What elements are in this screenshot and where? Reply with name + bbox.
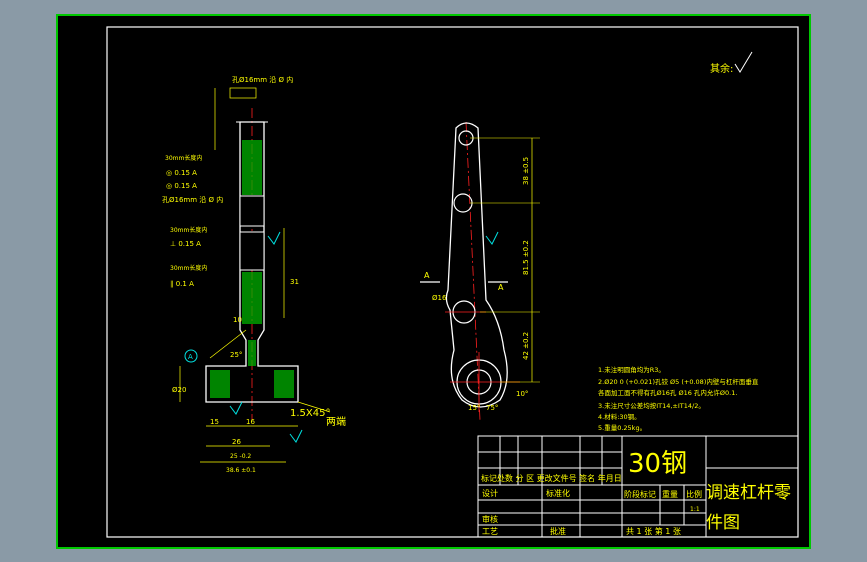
- side-label-25: 25 -0.2: [230, 453, 251, 460]
- tb-scale-label: 比例: [686, 489, 702, 499]
- side-hatch-foot-right: [274, 370, 294, 398]
- tb-sheet-count: 共 1 张 第 1 张: [626, 526, 681, 536]
- tb-weight: 重量: [662, 489, 678, 499]
- tb-scale-value: 1:1: [690, 506, 700, 513]
- tb-title-2: 件图: [706, 513, 740, 533]
- front-dim-top: 38 ±0.5: [522, 157, 530, 185]
- tb-standardization: 标准化: [546, 488, 570, 498]
- front-angle-a: 15°: [468, 404, 480, 412]
- side-label-20: Ø20: [172, 386, 186, 394]
- tech-note-1: 1.未注明圆角均为R3。: [598, 365, 665, 374]
- side-frame-a2: ◎ 0.15 A: [166, 182, 197, 190]
- tb-row-changes: 标记处数 分 区 更改文件号 签名 年月日: [481, 473, 622, 483]
- side-frame-b: ⊥ 0.15 A: [170, 240, 201, 248]
- side-hatch-top: [242, 140, 262, 195]
- front-section-a-right: A: [498, 283, 504, 292]
- side-label-16: 16: [246, 418, 255, 426]
- side-label-38: 38.6 ±0.1: [226, 467, 256, 474]
- front-angle-b: 75°: [486, 404, 498, 412]
- tb-process: 工艺: [482, 527, 498, 536]
- side-label-10: 10: [233, 316, 242, 324]
- side-label-31: 31: [290, 278, 299, 286]
- tb-approve: 批准: [550, 526, 566, 536]
- side-label-30: 30mm长度内: [165, 154, 202, 162]
- side-label-30c: 30mm长度内: [170, 264, 207, 272]
- side-hatch-base: [248, 340, 256, 366]
- side-frame-a: ◎ 0.15 A: [166, 169, 197, 177]
- tb-title-1: 调速杠杆零: [706, 483, 791, 503]
- side-hole-lower: [239, 231, 265, 271]
- side-label-both: 两端: [326, 415, 346, 428]
- side-label-30b: 30mm长度内: [170, 226, 207, 234]
- front-section-a-left: A: [424, 271, 430, 280]
- side-datum: A: [188, 353, 193, 361]
- tech-note-2: 2.Ø20 0 (+0.021)孔铰 Ø5 (+0.08)内壁与杠杆面垂直: [598, 377, 759, 386]
- front-angle-c: 10°: [516, 390, 528, 398]
- tech-note-3: 各面加工面不得有孔Ø16孔 Ø16 孔内允许Ø0.1.: [598, 388, 737, 397]
- tb-stage-marks: 阶段标记: [624, 489, 656, 499]
- front-label-phi: Ø16: [432, 294, 447, 302]
- side-label-angle: 25°: [230, 351, 242, 359]
- tech-note-6: 5.重量0.25kg。: [598, 424, 646, 432]
- side-hatch-mid: [242, 272, 262, 324]
- side-label-26: 26: [232, 438, 241, 446]
- side-frame-c: ∥ 0.1 A: [170, 280, 194, 288]
- tech-note-4: 3.未注尺寸公差均按IT14,±IT14/2。: [598, 401, 705, 410]
- front-dim-mid: 81.5 ±0.2: [522, 240, 530, 275]
- side-label-chamfer: 1.5X45°: [290, 408, 330, 419]
- tb-design: 设计: [482, 488, 498, 498]
- tech-note-5: 4.材料:30钢。: [598, 412, 641, 421]
- surface-note-text: 其余:: [710, 62, 733, 75]
- side-hole-note: 孔Ø16mm 沿 Ø 内: [162, 195, 223, 204]
- side-hatch-foot-left: [210, 370, 230, 398]
- side-label-15: 15: [210, 418, 219, 426]
- side-hole-upper: [239, 195, 265, 227]
- side-top-note: 孔Ø16mm 沿 Ø 内: [232, 75, 293, 84]
- tb-material: 30钢: [628, 449, 687, 479]
- cad-drawing: 其余: 孔Ø16mm 沿 Ø 内 30mm长度内 ◎ 0.15 A ◎ 0.15…: [56, 14, 811, 549]
- tb-review: 审核: [482, 514, 498, 524]
- front-dim-low: 42 ±0.2: [522, 332, 530, 360]
